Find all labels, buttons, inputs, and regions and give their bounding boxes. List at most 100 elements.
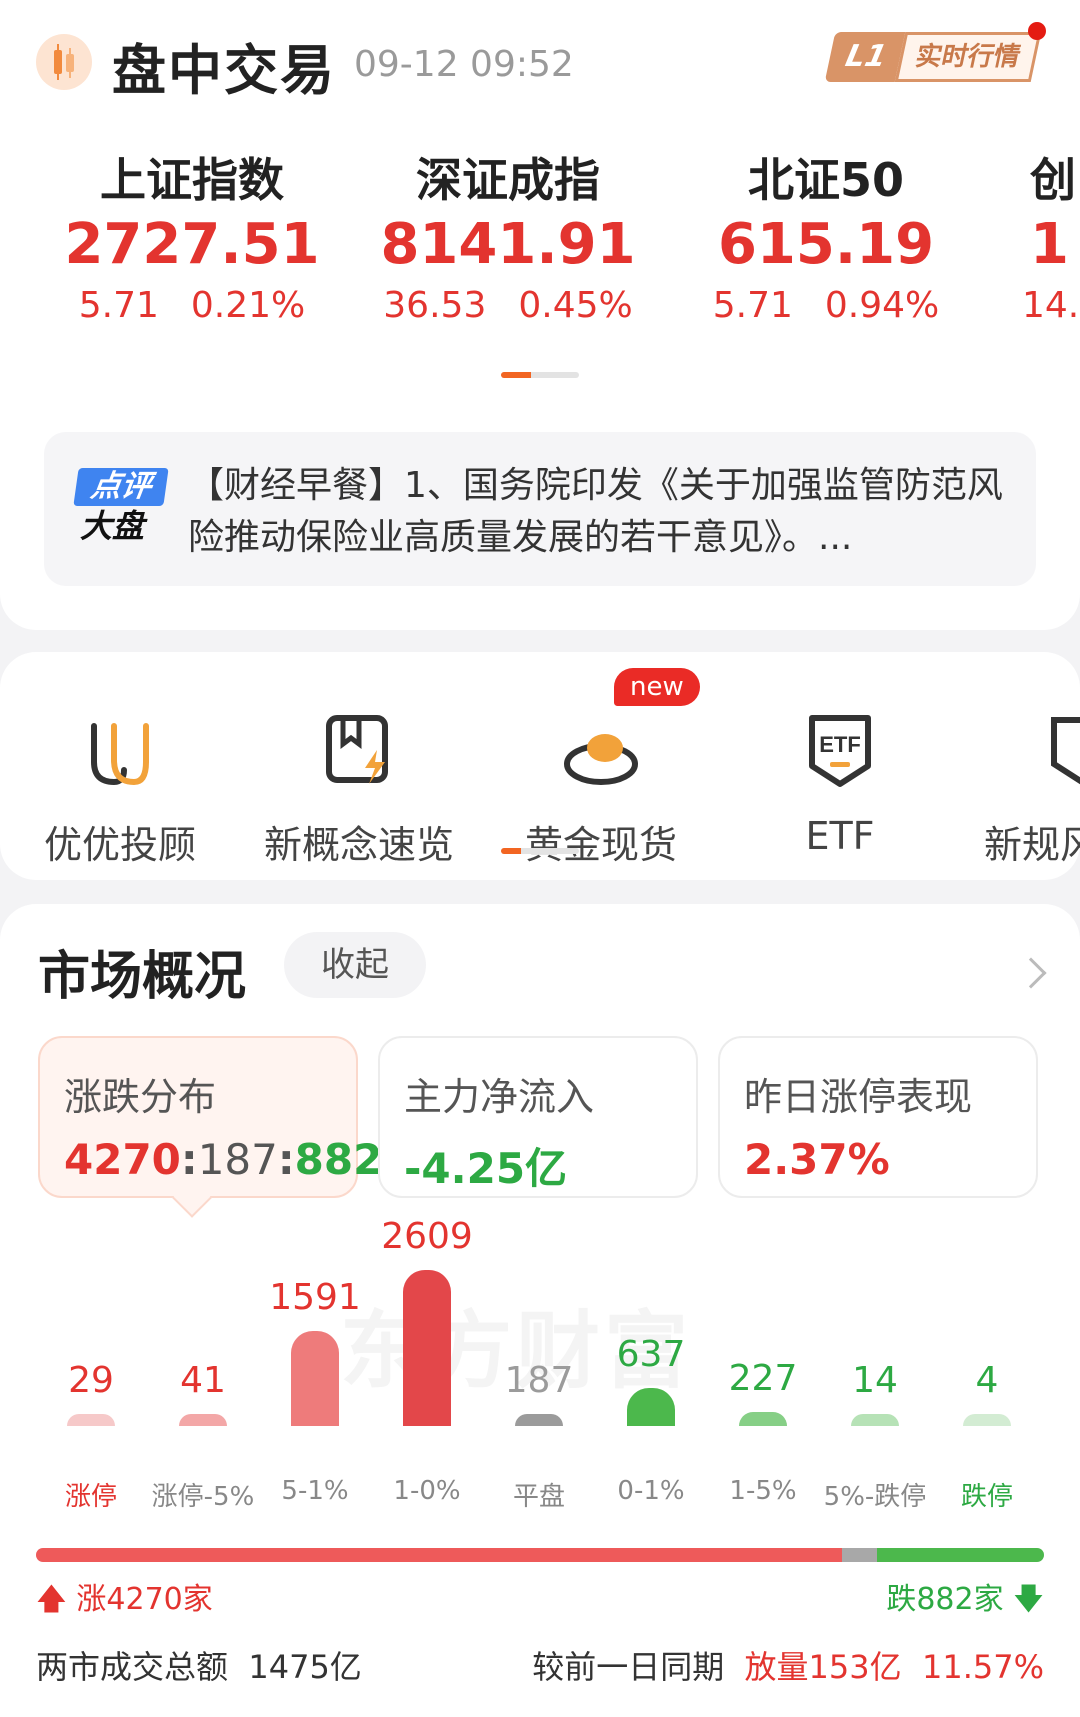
shortcut-new-rules-clip: 新规风 xyxy=(980,712,1080,872)
shortcut-gold-spot[interactable]: 黄金现货 xyxy=(491,712,711,869)
index-pager xyxy=(501,372,579,378)
etf-shield-icon: ETF xyxy=(800,712,880,792)
index-name: 创 xyxy=(1030,153,1076,207)
collapse-button[interactable]: 收起 xyxy=(284,932,426,998)
up-count-text: 涨4270家 xyxy=(76,1582,213,1617)
shortcut-pager xyxy=(501,848,579,854)
stat-label: 主力净流入 xyxy=(404,1075,595,1119)
index-value: 8141.91 xyxy=(380,212,636,277)
index-pct: 0.94% xyxy=(824,285,940,326)
ratio-down-segment xyxy=(877,1548,1044,1562)
down-count: 882 xyxy=(294,1135,383,1184)
tag-bottom: 大盘 xyxy=(80,507,145,545)
update-time: 09-12 09:52 xyxy=(354,44,574,85)
ratio-sep: : xyxy=(180,1135,198,1184)
down-count-label: 跌882家 🡇 xyxy=(886,1574,1044,1628)
index-name: 上证指数 xyxy=(100,153,284,207)
shortcut-label: 优优投顾 xyxy=(43,823,196,867)
chart-value-label: 637 xyxy=(616,1334,686,1375)
index-change: 14. xyxy=(1022,285,1080,326)
index-card-cy-clip: 创 1 14. xyxy=(1020,152,1080,352)
index-card-bz50[interactable]: 北证50 615.19 5.71 0.94% xyxy=(676,152,976,330)
shortcut-label: 新规风 xyxy=(984,823,1080,867)
page-title: 盘中交易 xyxy=(112,39,336,102)
chart-bar xyxy=(67,1414,115,1426)
index-pct: 0.21% xyxy=(190,285,306,326)
uu-advisor-icon xyxy=(80,712,160,792)
market-overview-card: 市场概况 收起 涨跌分布 4270:187:882 主力净流入 -4.25亿 昨… xyxy=(0,904,1080,1717)
news-banner[interactable]: 点评 大盘 【财经早餐】1、国务院印发《关于加强监管防范风险推动保险业高质量发展… xyxy=(44,432,1036,586)
chart-category-label: 涨停-5% xyxy=(151,1482,255,1512)
stat-yesterday-limit-up[interactable]: 昨日涨停表现 2.37% xyxy=(718,1036,1038,1198)
chart-value-label: 29 xyxy=(68,1360,114,1401)
market-comment-tag: 点评 大盘 xyxy=(73,468,176,548)
stat-value: -4.25亿 xyxy=(404,1144,568,1193)
shortcut-label: ETF xyxy=(805,814,875,858)
shortcut-new-concept[interactable]: 新概念速览 xyxy=(249,712,469,869)
chart-category-label: 跌停 xyxy=(960,1482,1013,1512)
ratio-sep: : xyxy=(277,1135,295,1184)
news-text: 【财经早餐】1、国务院印发《关于加强监管防范风险推动保险业高质量发展的若干意见》… xyxy=(188,465,1003,558)
index-change: 36.53 xyxy=(383,285,487,326)
chart-bar xyxy=(179,1414,227,1426)
ratio-flat-segment xyxy=(842,1548,878,1562)
up-count-label: 🡅 涨4270家 xyxy=(36,1574,213,1628)
chart-category-label: 5-1% xyxy=(281,1476,349,1506)
chart-category-label: 5%-跌停 xyxy=(823,1482,927,1512)
bookmark-lightning-icon xyxy=(319,712,399,792)
turnover-compare: 较前一日同期 放量153亿 11.57% xyxy=(532,1642,1044,1688)
flat-count: 187 xyxy=(197,1135,278,1184)
chart-value-label: 187 xyxy=(504,1360,574,1401)
chart-bar xyxy=(851,1414,899,1426)
index-pct: 0.45% xyxy=(518,285,633,326)
stat-main-net-inflow[interactable]: 主力净流入 -4.25亿 xyxy=(378,1036,698,1198)
total-label: 两市成交总额 xyxy=(36,1648,229,1686)
shortcut-etf[interactable]: ETF ETF xyxy=(730,712,950,858)
total-turnover: 两市成交总额 1475亿 xyxy=(36,1642,362,1688)
index-card-sz[interactable]: 深证成指 8141.91 36.53 0.45% xyxy=(358,152,658,330)
svg-text:ETF: ETF xyxy=(819,732,861,757)
index-card-sh[interactable]: 上证指数 2727.51 5.71 0.21% xyxy=(42,152,342,330)
index-value: 615.19 xyxy=(717,212,935,277)
down-count-text: 跌882家 xyxy=(886,1582,1004,1617)
chart-value-label: 227 xyxy=(728,1358,798,1399)
chart-category-label: 涨停 xyxy=(64,1482,117,1512)
ratio-up-segment xyxy=(36,1548,843,1562)
chart-bar xyxy=(515,1414,563,1426)
distribution-bar-chart: 29 41 1591 2609 187 637 227 14 4 xyxy=(0,1204,1080,1426)
arrow-up-icon: 🡅 xyxy=(36,1582,67,1617)
realtime-quote-badge[interactable]: L1 实时行情 xyxy=(824,22,1046,82)
chart-bar xyxy=(627,1388,675,1426)
up-count: 4270 xyxy=(64,1135,181,1184)
chart-value-label: 41 xyxy=(180,1360,226,1401)
compare-value: 放量153亿 xyxy=(744,1648,902,1686)
arrow-down-icon: 🡇 xyxy=(1013,1582,1044,1617)
index-change: 5.71 xyxy=(712,285,793,326)
index-card-cy[interactable]: 创 1 14. xyxy=(1022,152,1080,330)
gold-ingot-icon xyxy=(561,712,641,792)
index-value: 2727.51 xyxy=(64,212,320,277)
stat-up-down-distribution[interactable]: 涨跌分布 4270:187:882 xyxy=(38,1036,382,1218)
shortcut-new-rules[interactable]: 新规风 xyxy=(984,712,1080,869)
index-name: 北证50 xyxy=(747,153,904,207)
chart-value-label: 2609 xyxy=(381,1216,473,1257)
chart-value-label: 4 xyxy=(975,1360,999,1401)
top-card: 盘中交易 09-12 09:52 L1 实时行情 上证指数 2727.51 5.… xyxy=(0,0,1080,630)
chart-category-label: 0-1% xyxy=(617,1476,685,1506)
chart-category-label: 1-0% xyxy=(393,1476,461,1506)
top-card-inner: 盘中交易 09-12 09:52 L1 实时行情 上证指数 2727.51 5.… xyxy=(0,0,1080,630)
chart-bar xyxy=(739,1412,787,1426)
shortcut-card: 优优投顾 新概念速览 黄金现货 new ETF ETF 新规风 xyxy=(0,652,1080,880)
chart-bar xyxy=(291,1331,339,1426)
chart-value-label: 1591 xyxy=(269,1277,361,1318)
shortcut-uu-advisor[interactable]: 优优投顾 xyxy=(10,712,230,869)
shortcut-label: 新概念速览 xyxy=(263,823,454,867)
new-badge: new xyxy=(614,668,700,706)
chart-category-label: 1-5% xyxy=(729,1476,797,1506)
shield-lightning-icon xyxy=(1042,712,1080,792)
shortcut-label: 黄金现货 xyxy=(524,823,677,867)
total-value: 1475亿 xyxy=(248,1648,362,1686)
l1-label: L1 xyxy=(824,32,908,82)
chevron-right-icon[interactable] xyxy=(1015,957,1047,989)
chart-bar xyxy=(403,1270,451,1426)
